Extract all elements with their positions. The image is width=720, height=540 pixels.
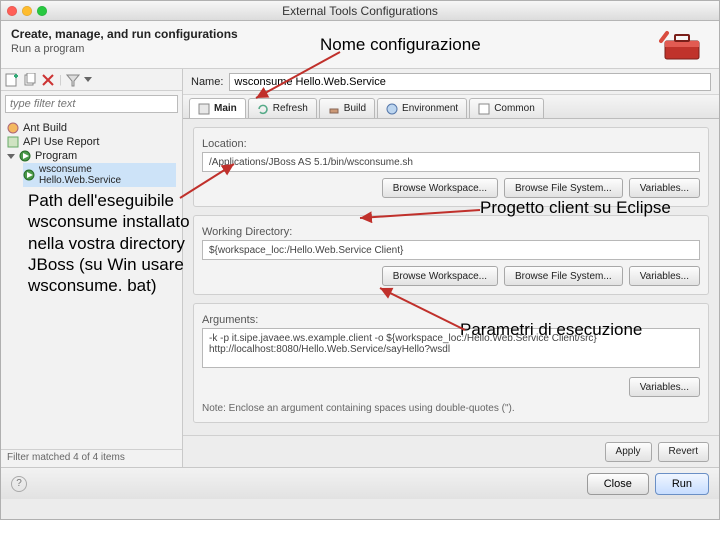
tab-refresh[interactable]: Refresh — [248, 98, 317, 118]
report-icon — [7, 136, 19, 148]
main-tab-panel: Location: Browse Workspace... Browse Fil… — [183, 119, 719, 435]
args-note: Note: Enclose an argument containing spa… — [202, 403, 700, 414]
delete-config-icon[interactable] — [41, 73, 55, 87]
header-title: Create, manage, and run configurations — [11, 27, 709, 41]
config-list-pane: | Ant Build API Use Report — [1, 69, 183, 467]
workdir-browse-workspace-button[interactable]: Browse Workspace... — [382, 266, 498, 286]
toolbox-icon — [659, 27, 705, 63]
refresh-tab-icon — [257, 103, 269, 115]
name-row: Name: — [183, 69, 719, 95]
titlebar: External Tools Configurations — [1, 1, 719, 21]
run-button[interactable]: Run — [655, 473, 709, 495]
workdir-label: Working Directory: — [202, 226, 700, 238]
location-browse-workspace-button[interactable]: Browse Workspace... — [382, 178, 498, 198]
filter-dropdown-icon[interactable] — [84, 77, 92, 82]
dialog-footer: ? Close Run — [1, 467, 719, 499]
new-config-icon[interactable] — [5, 73, 19, 87]
tab-build[interactable]: Build — [319, 98, 375, 118]
name-input[interactable] — [229, 73, 711, 91]
tabs: Main Refresh Build Environment Common — [183, 95, 719, 119]
filter-config-icon[interactable] — [66, 73, 80, 87]
dialog-header: Create, manage, and run configurations R… — [1, 21, 719, 69]
workdir-browse-filesystem-button[interactable]: Browse File System... — [504, 266, 623, 286]
location-browse-filesystem-button[interactable]: Browse File System... — [504, 178, 623, 198]
duplicate-config-icon[interactable] — [23, 73, 37, 87]
panel-footer: Apply Revert — [183, 435, 719, 467]
close-button[interactable]: Close — [587, 473, 649, 495]
tree-item-program[interactable]: Program — [7, 149, 176, 163]
program-icon — [19, 150, 31, 162]
header-subtitle: Run a program — [11, 43, 709, 55]
config-tree[interactable]: Ant Build API Use Report Program wsconsu… — [1, 117, 182, 449]
filter-status: Filter matched 4 of 4 items — [1, 449, 182, 467]
help-icon[interactable]: ? — [11, 476, 27, 492]
location-label: Location: — [202, 138, 700, 150]
args-label: Arguments: — [202, 314, 700, 326]
revert-button[interactable]: Revert — [658, 442, 709, 462]
main-tab-icon — [198, 103, 210, 115]
args-variables-button[interactable]: Variables... — [629, 377, 700, 397]
config-detail-pane: Name: Main Refresh Build Environment Com… — [183, 69, 719, 467]
filter-input[interactable] — [5, 95, 178, 113]
window-title: External Tools Configurations — [1, 4, 719, 18]
workdir-variables-button[interactable]: Variables... — [629, 266, 700, 286]
tree-item-api[interactable]: API Use Report — [7, 135, 176, 149]
args-group: Arguments: Variables... Note: Enclose an… — [193, 303, 709, 423]
list-toolbar: | — [1, 69, 182, 91]
ant-icon — [7, 122, 19, 134]
common-tab-icon — [478, 103, 490, 115]
tab-main[interactable]: Main — [189, 98, 246, 118]
dialog-window: External Tools Configurations Create, ma… — [0, 0, 720, 520]
content-area: | Ant Build API Use Report — [1, 69, 719, 467]
location-group: Location: Browse Workspace... Browse Fil… — [193, 127, 709, 207]
program-child-icon — [23, 169, 35, 181]
name-label: Name: — [191, 76, 223, 88]
tab-environment[interactable]: Environment — [377, 98, 467, 118]
args-input[interactable] — [202, 328, 700, 368]
location-input[interactable] — [202, 152, 700, 172]
location-variables-button[interactable]: Variables... — [629, 178, 700, 198]
build-tab-icon — [328, 103, 340, 115]
workdir-input[interactable] — [202, 240, 700, 260]
workdir-group: Working Directory: Browse Workspace... B… — [193, 215, 709, 295]
tree-item-selected[interactable]: wsconsume Hello.Web.Service — [23, 163, 176, 187]
tab-common[interactable]: Common — [469, 98, 544, 118]
tree-item-ant[interactable]: Ant Build — [7, 121, 176, 135]
apply-button[interactable]: Apply — [605, 442, 652, 462]
filter-box — [1, 91, 182, 117]
expand-icon[interactable] — [7, 154, 15, 159]
env-tab-icon — [386, 103, 398, 115]
